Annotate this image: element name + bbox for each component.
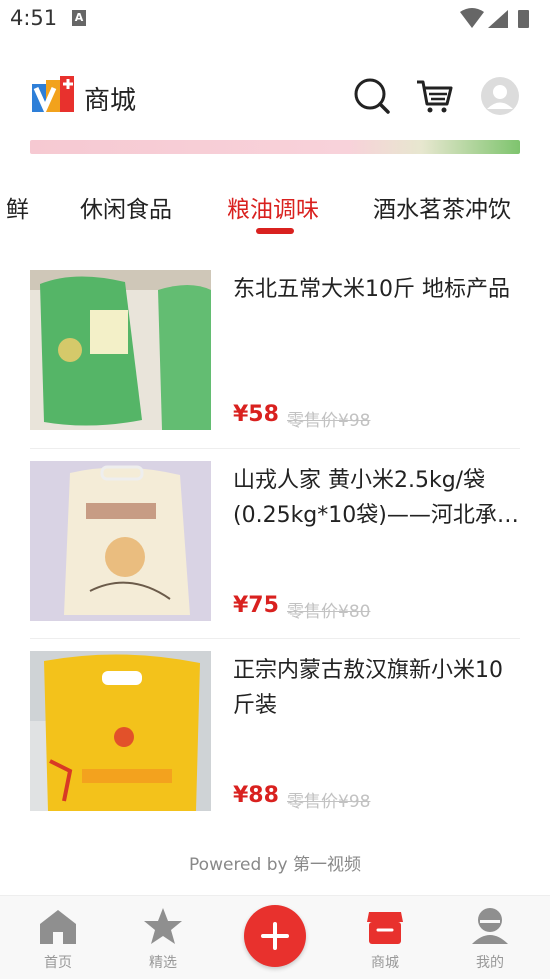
tab-snacks[interactable]: 休闲食品: [80, 190, 172, 224]
nav-home[interactable]: 首页: [18, 896, 98, 980]
promo-banner[interactable]: [30, 140, 520, 154]
tab-drinks[interactable]: 酒水茗茶冲饮: [373, 190, 511, 224]
app-header: 商城: [0, 70, 550, 126]
powered-by-text: Powered by 第一视频: [189, 855, 361, 875]
product-original-price: 零售价¥98: [287, 792, 371, 812]
product-price: ¥75: [233, 593, 279, 618]
wifi-icon: [460, 8, 484, 28]
status-icons: [460, 8, 529, 28]
tab-grain-oil[interactable]: 粮油调味: [227, 190, 319, 224]
search-icon[interactable]: [352, 76, 392, 116]
cart-icon[interactable]: [414, 76, 454, 116]
nav-mine-label: 我的: [476, 955, 504, 971]
star-icon: [144, 908, 182, 944]
notification-a-icon: A: [72, 10, 86, 26]
divider: [30, 448, 520, 449]
nav-mine[interactable]: 我的: [450, 896, 530, 980]
product-original-price: 零售价¥98: [287, 411, 371, 431]
product-item[interactable]: 正宗内蒙古敖汉旗新小米10斤装 ¥88 零售价¥98: [30, 651, 520, 831]
product-price: ¥88: [233, 783, 279, 808]
divider: [30, 638, 520, 639]
product-name: 正宗内蒙古敖汉旗新小米10斤装: [233, 658, 503, 718]
product-item[interactable]: 东北五常大米10斤 地标产品 ¥58 零售价¥98: [30, 270, 520, 450]
store-icon: [367, 912, 403, 944]
active-tab-indicator: [256, 228, 294, 234]
avatar-icon[interactable]: [480, 76, 520, 116]
app-logo-icon: [32, 76, 74, 115]
product-item[interactable]: 山戎人家 黄小米2.5kg/袋(0.25kg*10袋)——河北承德特产 ¥75 …: [30, 461, 520, 641]
nav-featured[interactable]: 精选: [123, 896, 203, 980]
battery-icon: [518, 10, 529, 28]
nav-mall[interactable]: 商城: [345, 896, 425, 980]
home-icon: [40, 910, 76, 944]
product-price: ¥58: [233, 402, 279, 427]
product-image-millet[interactable]: [30, 461, 211, 621]
user-icon: [472, 908, 508, 944]
product-image-millet-bag[interactable]: [30, 651, 211, 811]
nav-home-label: 首页: [44, 955, 72, 971]
status-time: 4:51: [10, 6, 58, 30]
product-name: 东北五常大米10斤 地标产品: [233, 277, 510, 302]
plus-icon: [261, 922, 289, 950]
nav-mall-label: 商城: [371, 955, 399, 971]
page-title: 商城: [84, 86, 137, 116]
add-button[interactable]: [244, 905, 306, 967]
product-original-price: 零售价¥80: [287, 602, 371, 622]
status-bar: 4:51 A: [0, 0, 550, 40]
signal-icon: [488, 10, 508, 28]
nav-featured-label: 精选: [149, 955, 177, 971]
product-name: 山戎人家 黄小米2.5kg/袋(0.25kg*10袋)——河北承德特产: [233, 468, 519, 528]
tab-fresh[interactable]: 鲜: [6, 190, 29, 224]
product-image-rice[interactable]: [30, 270, 211, 430]
